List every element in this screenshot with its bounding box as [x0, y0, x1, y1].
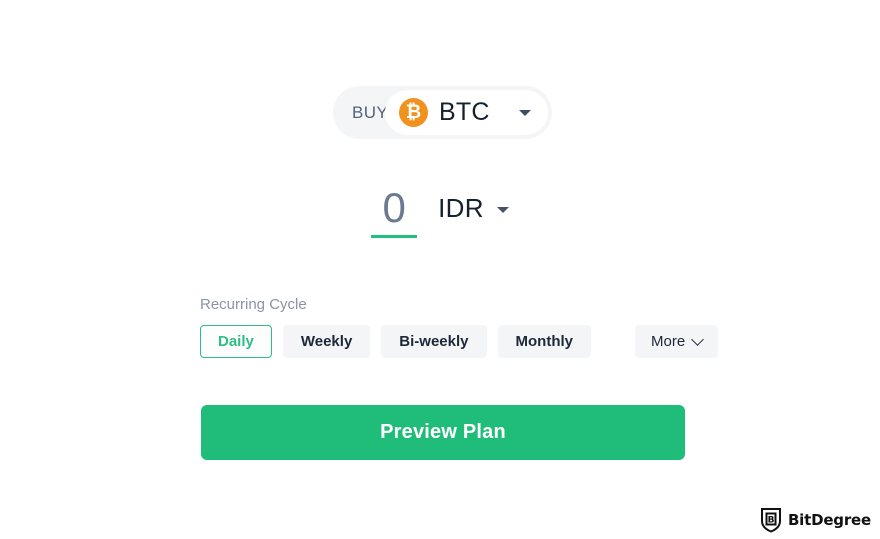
watermark-text: BitDegree: [787, 511, 871, 529]
cycle-option-monthly[interactable]: Monthly: [497, 325, 591, 358]
caret-down-icon[interactable]: [496, 207, 509, 213]
recurring-cycle-options: Daily Weekly Bi-weekly Monthly More: [200, 325, 719, 358]
amount-row: 0 IDR: [0, 185, 880, 238]
bitcoin-icon: ₿: [399, 98, 428, 127]
recurring-cycle-label: Recurring Cycle: [200, 296, 307, 313]
asset-chip[interactable]: ₿ BTC: [385, 90, 548, 135]
recurring-buy-panel: BUY ₿ BTC 0 IDR Recurring Cycle Daily We…: [0, 0, 880, 539]
cycle-option-daily[interactable]: Daily: [200, 325, 272, 358]
currency-selector[interactable]: IDR: [438, 193, 509, 224]
amount-underline: [371, 235, 418, 238]
cycle-more-button[interactable]: More: [635, 325, 719, 358]
bitdegree-shield-logo: B: [760, 508, 781, 533]
caret-down-icon[interactable]: [519, 109, 531, 116]
svg-text:B: B: [768, 515, 775, 525]
preview-plan-button[interactable]: Preview Plan: [201, 405, 685, 460]
cycle-option-weekly[interactable]: Weekly: [282, 325, 371, 358]
asset-symbol-label: BTC: [439, 98, 490, 126]
buy-action-label: BUY: [352, 102, 389, 122]
amount-field[interactable]: 0: [371, 185, 418, 238]
cycle-option-bi-weekly[interactable]: Bi-weekly: [381, 325, 487, 358]
bitdegree-watermark: B BitDegree: [760, 507, 871, 533]
amount-input[interactable]: 0: [371, 185, 417, 231]
cycle-more-label: More: [651, 333, 686, 350]
buy-asset-selector[interactable]: BUY ₿ BTC: [333, 86, 552, 139]
chevron-down-icon: [691, 333, 705, 346]
currency-code-label: IDR: [438, 193, 484, 223]
